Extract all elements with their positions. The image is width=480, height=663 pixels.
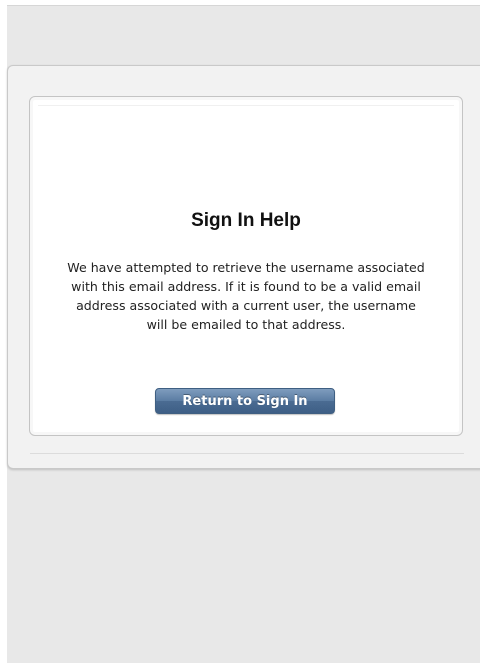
message-line: with this email address. If it is found … (71, 279, 421, 294)
page-title: Sign In Help (191, 210, 301, 231)
message-line: address associated with a current user, … (76, 298, 416, 313)
sign-in-help-card: Sign In Help We have attempted to retrie… (29, 96, 463, 436)
panel-divider (30, 453, 464, 454)
help-message: We have attempted to retrieve the userna… (36, 258, 456, 334)
message-line: We have attempted to retrieve the userna… (67, 260, 425, 275)
outer-panel: Sign In Help We have attempted to retrie… (7, 65, 480, 469)
return-to-sign-in-button[interactable]: Return to Sign In (155, 388, 335, 414)
page-background: Sign In Help We have attempted to retrie… (7, 5, 480, 663)
message-line: will be emailed to that address. (146, 317, 346, 332)
